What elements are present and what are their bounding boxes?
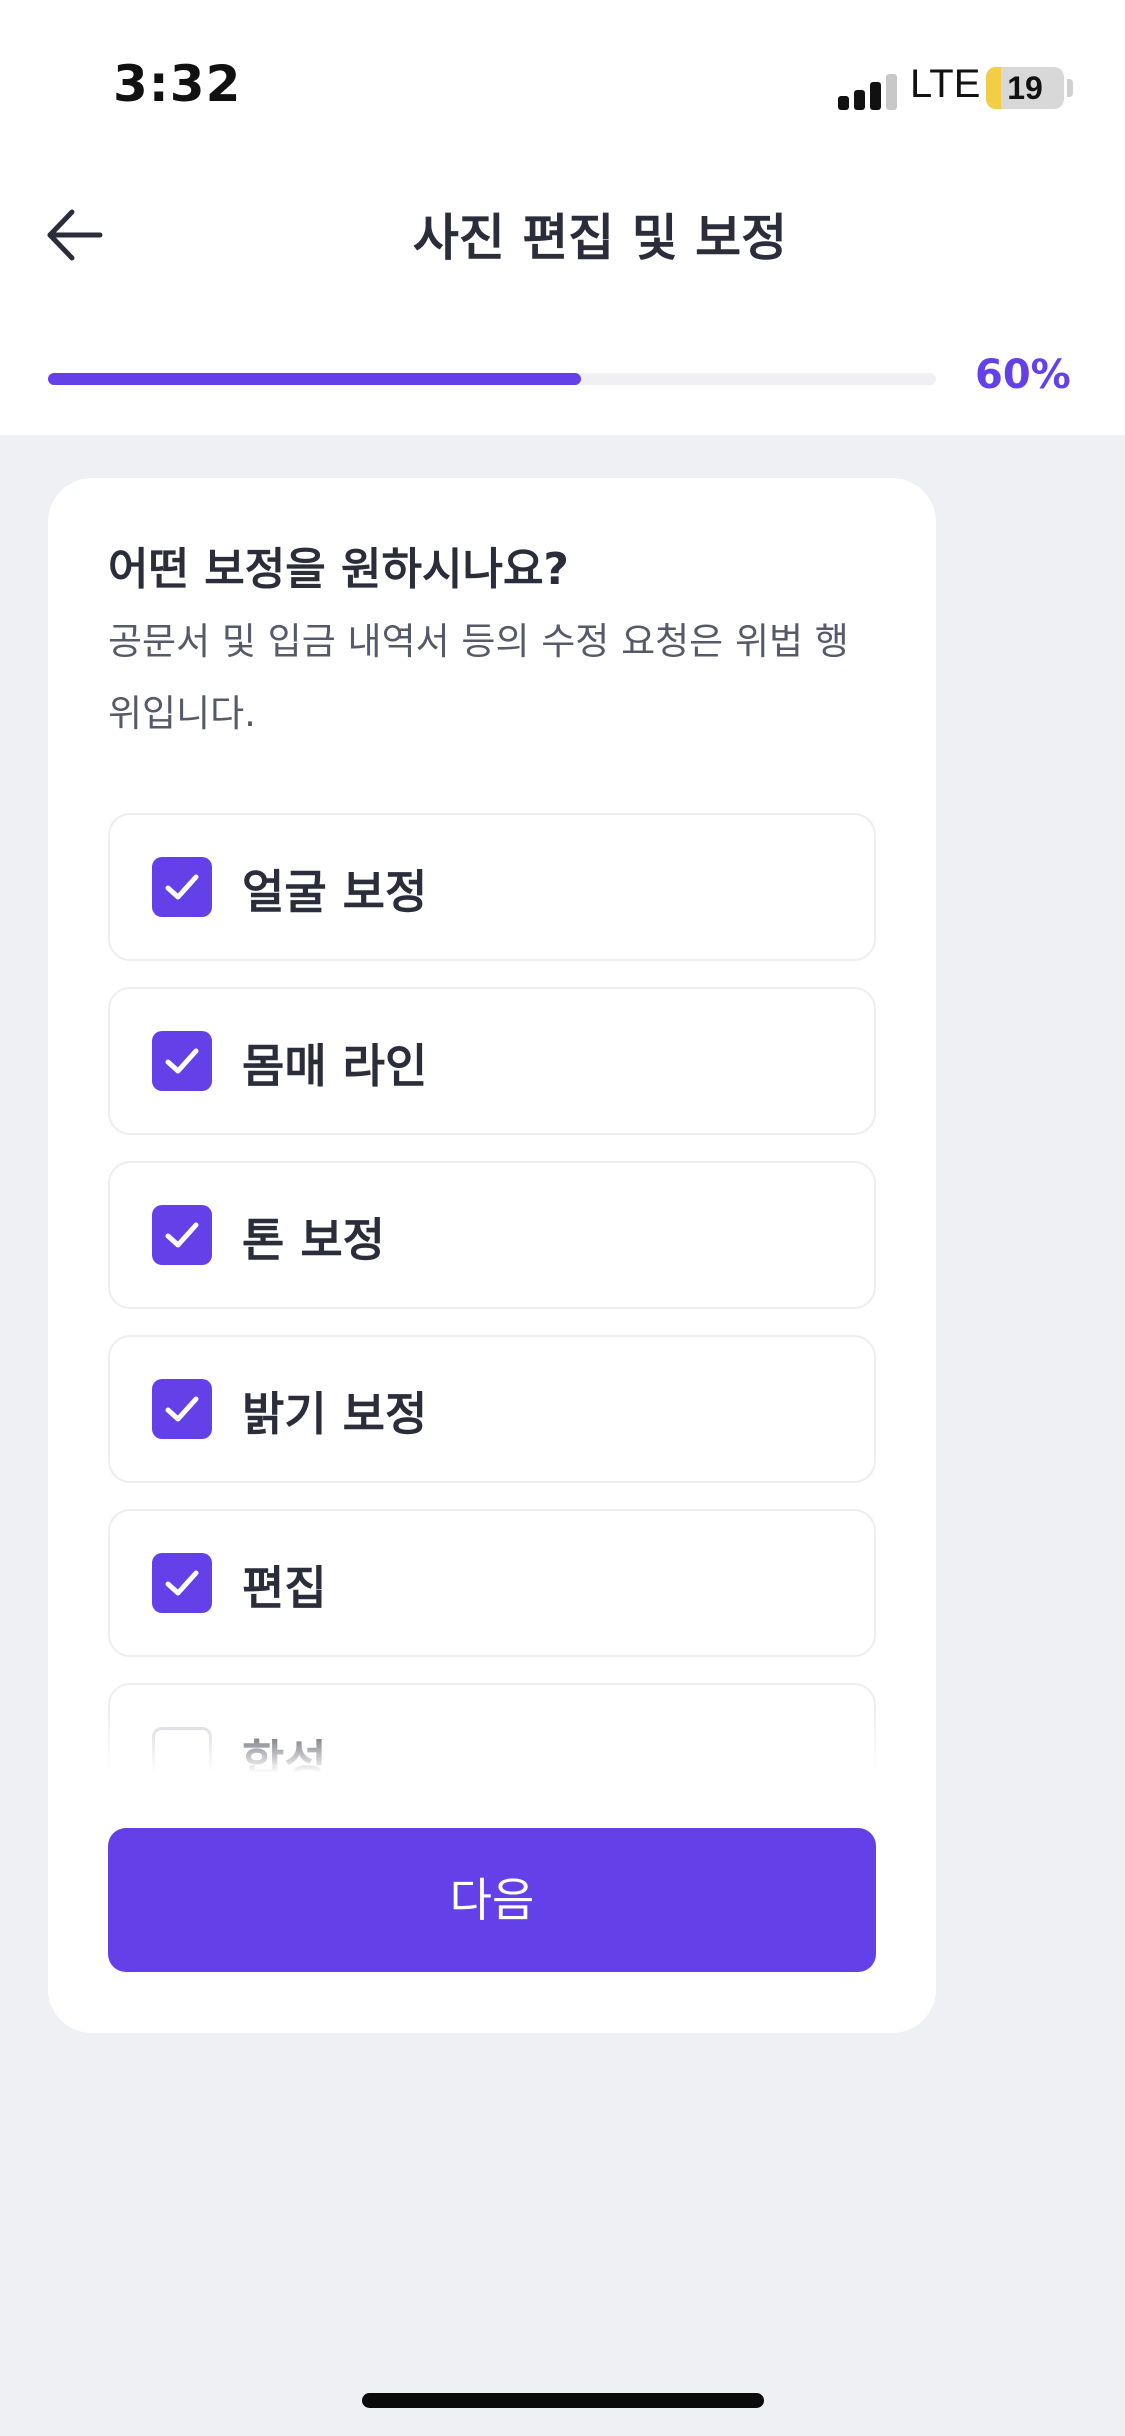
home-indicator [362,2393,764,2408]
signal-bar [838,96,849,110]
check-icon [165,1570,199,1596]
option-label: 얼굴 보정 [242,865,428,919]
check-icon [165,1222,199,1248]
battery-tip [1067,79,1073,97]
signal-bar [854,90,865,110]
option-body-line[interactable]: 몸매 라인 [108,987,876,1135]
option-face[interactable]: 얼굴 보정 [108,813,876,961]
option-label: 편집 [242,1561,327,1615]
checkbox-checked[interactable] [152,1031,212,1091]
option-label: 합성 [242,1735,327,1773]
option-tone[interactable]: 톤 보정 [108,1161,876,1309]
status-time: 3:32 [113,55,242,113]
check-icon [165,1048,199,1074]
top-area: 3:32 LTE 19 사진 편집 및 보정 60% [0,0,1125,435]
signal-bar [886,74,897,110]
cellular-signal-icon [838,70,898,110]
progress-percent: 60% [975,352,1071,398]
progress-bar [48,373,936,385]
option-label: 몸매 라인 [242,1039,428,1093]
options-list[interactable]: 얼굴 보정 몸매 라인 톤 보정 밝기 보정 편집 합성 [108,813,876,1773]
option-edit[interactable]: 편집 [108,1509,876,1657]
question-notice: 공문서 및 입금 내역서 등의 수정 요청은 위법 행위입니다. [108,620,849,735]
option-brightness[interactable]: 밝기 보정 [108,1335,876,1483]
battery-percent: 19 [1007,70,1043,106]
checkbox-unchecked[interactable] [152,1727,212,1773]
network-type: LTE [910,62,981,106]
question-card: 어떤 보정을 원하시나요? 공문서 및 입금 내역서 등의 수정 요청은 위법 … [48,478,936,2033]
checkbox-checked[interactable] [152,1205,212,1265]
progress-fill [48,373,581,385]
option-label: 톤 보정 [242,1213,385,1267]
signal-bar [870,82,881,110]
question-title: 어떤 보정을 원하시나요? [108,544,569,595]
battery-icon: 19 [986,67,1064,109]
check-icon [165,874,199,900]
checkbox-checked[interactable] [152,1379,212,1439]
checkbox-checked[interactable] [152,1553,212,1613]
next-button[interactable]: 다음 [108,1828,876,1972]
option-label: 밝기 보정 [242,1387,428,1441]
check-icon [165,1396,199,1422]
checkbox-checked[interactable] [152,857,212,917]
page-title: 사진 편집 및 보정 [412,209,788,267]
option-composite[interactable]: 합성 [108,1683,876,1773]
